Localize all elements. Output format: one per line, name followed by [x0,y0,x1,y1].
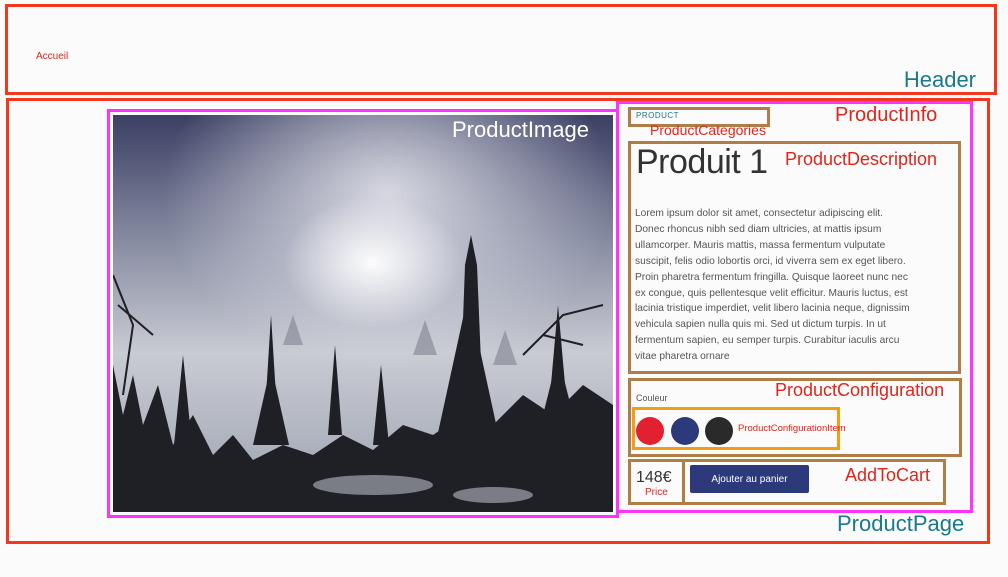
color-label: Couleur [636,393,668,403]
color-swatch-red[interactable] [636,417,664,445]
product-image-frame [107,109,619,518]
product-categories-annotation-label: ProductCategories [650,122,766,138]
category-tag[interactable]: PRODUCT [636,111,679,120]
price-annotation-label: Price [645,487,668,498]
product-configuration-annotation-label: ProductConfiguration [775,380,945,400]
product-title: Produit 1 [636,143,768,181]
product-info-annotation-label: ProductInfo [835,104,938,126]
product-page-annotation-label: ProductPage [837,511,965,536]
product-configuration-item-annotation-label: ProductConfigurationItem [738,423,846,434]
add-to-cart-annotation-label: AddToCart [845,465,931,485]
color-swatch-black[interactable] [705,417,733,445]
price: 148€ [636,469,672,486]
home-link[interactable]: Accueil [36,51,68,62]
header-annotation-label: Header [903,67,976,92]
product-description-text: Lorem ipsum dolor sit amet, consectetur … [635,208,910,363]
color-swatch-blue[interactable] [671,417,699,445]
add-to-cart-button[interactable]: Ajouter au panier [690,465,809,493]
product-description-annotation-label: ProductDescription [785,149,938,169]
product-image-annotation-label: ProductImage [452,117,589,142]
header: Accueil Header [5,4,997,95]
product-image [113,115,613,512]
